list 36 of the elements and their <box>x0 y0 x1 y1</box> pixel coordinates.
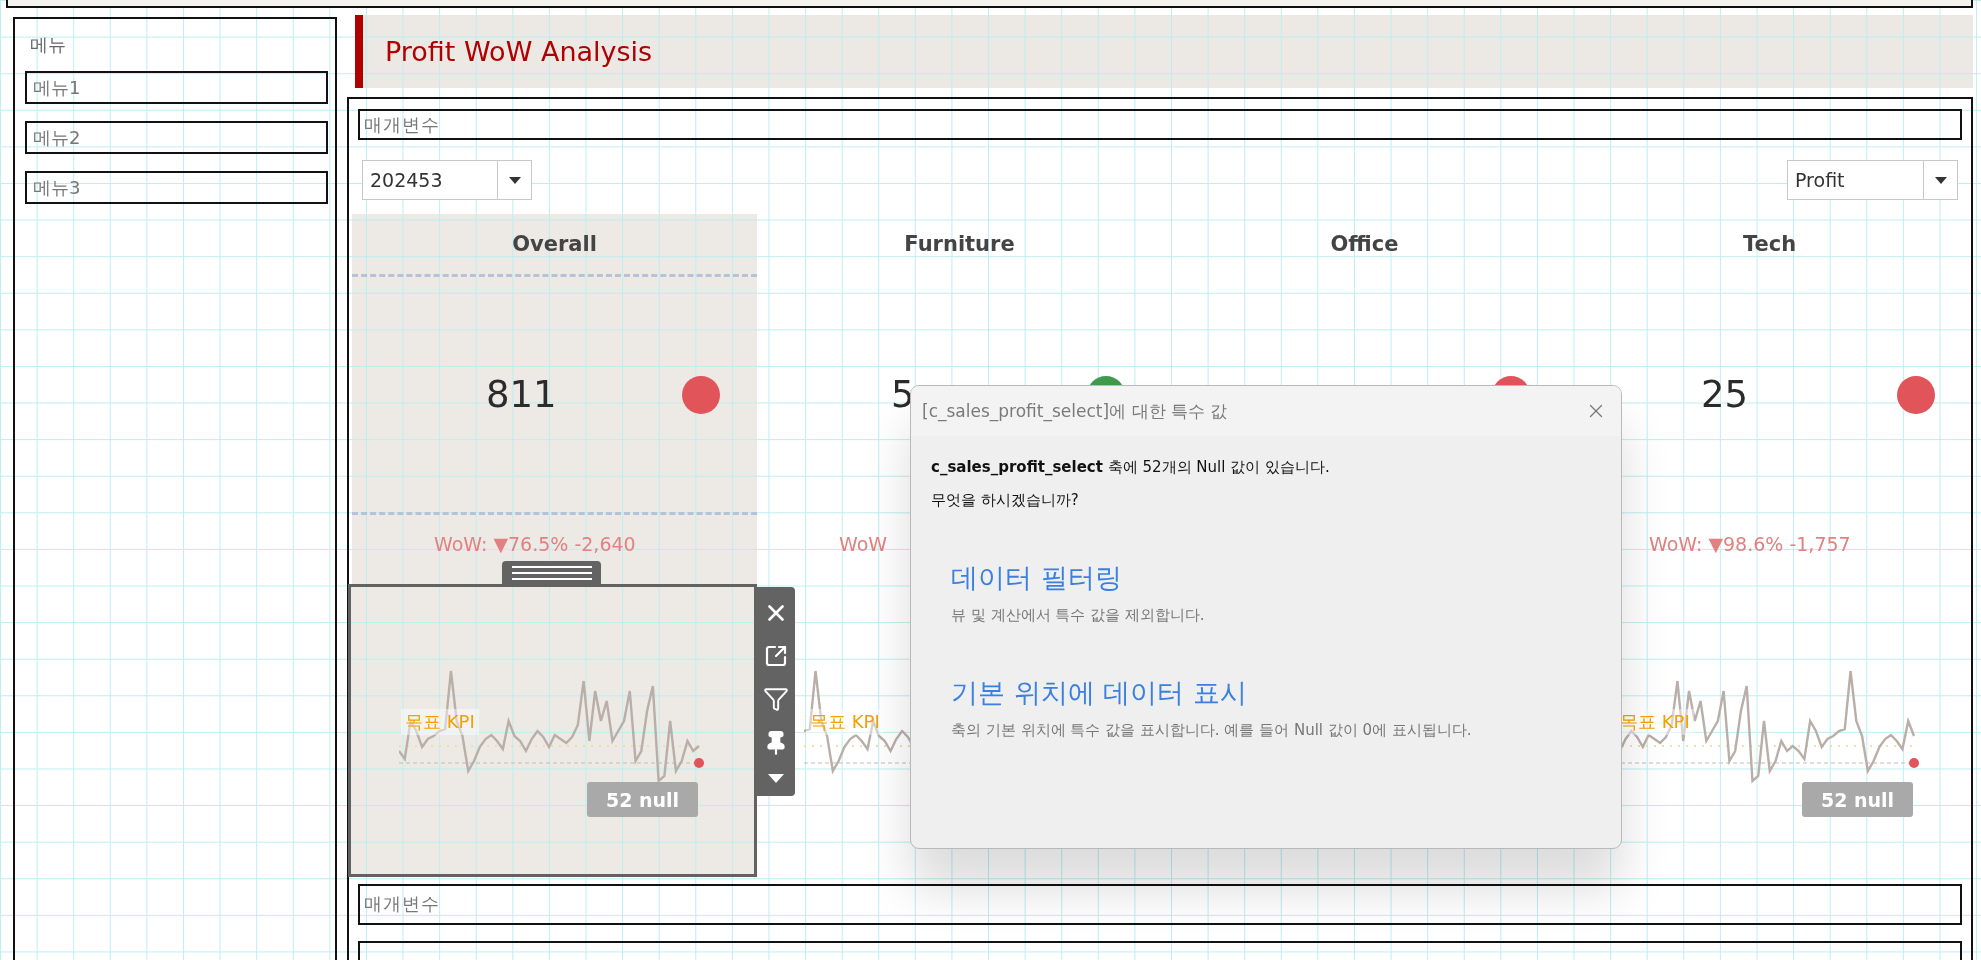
target-kpi-label: 목표 KPI <box>806 709 884 735</box>
week-dropdown[interactable]: 202453 <box>362 160 532 200</box>
kpi-value: 5 <box>891 373 915 416</box>
sidebar-title: 메뉴 <box>29 33 67 57</box>
dialog-question: 무엇을 하시겠습니까? <box>931 491 1080 510</box>
option-description: 뷰 및 계산에서 특수 값을 제외합니다. <box>951 606 1206 625</box>
wow-change: WoW <box>838 532 889 555</box>
caret-icon <box>508 176 521 184</box>
dialog-message: c_sales_profit_select 축에 52개의 Null 값이 있습니다. <box>931 458 1331 477</box>
drag-handle[interactable] <box>502 561 601 585</box>
null-count-badge: 52 null <box>587 782 698 817</box>
column-title: Overall <box>511 231 598 258</box>
measure-dropdown[interactable]: Profit <box>1787 160 1958 200</box>
column-title: Tech <box>1741 231 1798 258</box>
menu-item[interactable]: 메뉴1 <box>25 71 328 104</box>
menu-item[interactable]: 메뉴2 <box>25 121 328 154</box>
filter-icon[interactable] <box>762 686 789 712</box>
option-description: 축의 기본 위치에 특수 값을 표시합니다. 예를 들어 Null 값이 0에 표시됩니다. <box>951 721 1473 740</box>
caret-icon <box>1934 176 1947 184</box>
dialog-title: [c_sales_profit_select]에 대한 특수 값 <box>922 399 1228 423</box>
option-link[interactable]: 기본 위치에 데이터 표시 <box>951 675 1601 711</box>
kpi-value: 25 <box>1701 373 1749 416</box>
kpi-value: 811 <box>486 373 557 416</box>
column-title: Office <box>1329 231 1400 258</box>
caret-icon[interactable] <box>767 774 784 783</box>
parameter-label: 매개변수 <box>358 884 1962 925</box>
page-title: Profit WoW Analysis <box>384 36 653 67</box>
parameter-label: 매개변수 <box>358 109 1962 140</box>
column-title: Furniture <box>903 231 1016 258</box>
target-kpi-label: 목표 KPI <box>401 709 479 735</box>
menu-item[interactable]: 메뉴3 <box>25 171 328 204</box>
wow-change: WoW: ▼98.6% -1,757 <box>1648 532 1852 555</box>
null-count-badge: 52 null <box>1802 782 1913 817</box>
wow-change: WoW: ▼76.5% -2,640 <box>433 532 637 555</box>
external-link-icon[interactable] <box>763 644 788 668</box>
kpi-card[interactable]: Overall 811 WoW: ▼76.5% -2,640 <box>352 214 757 584</box>
